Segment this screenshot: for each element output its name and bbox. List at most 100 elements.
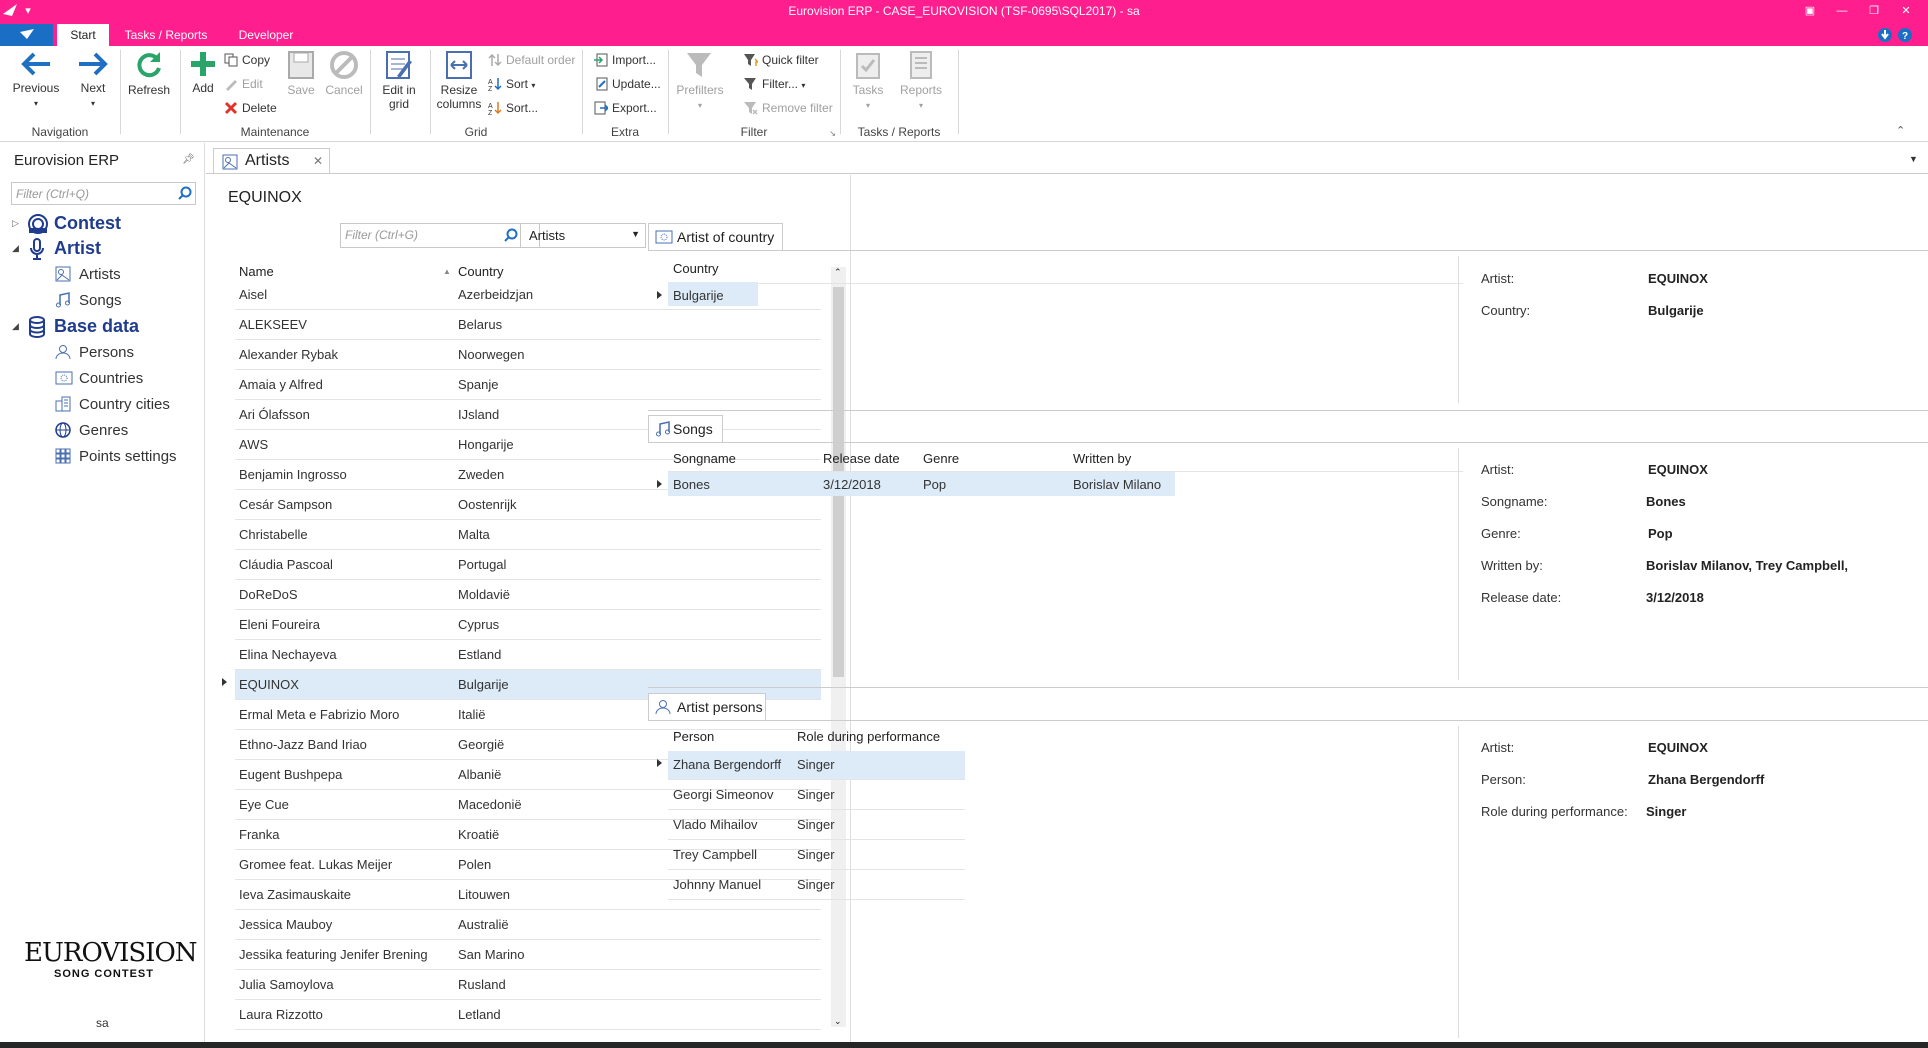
artist-country-cell[interactable]: Noorwegen — [458, 347, 525, 362]
tab-developer[interactable]: Developer — [228, 24, 304, 46]
artist-name-cell[interactable]: Alexander Rybak — [239, 347, 338, 362]
person-cell[interactable]: Zhana Bergendorff — [673, 757, 781, 772]
artist-name-cell[interactable]: Jessica Mauboy — [239, 917, 332, 932]
edit-in-grid-button[interactable]: Edit in grid — [374, 50, 424, 111]
tree-item-persons[interactable]: Persons — [79, 344, 134, 361]
role-cell[interactable]: Singer — [797, 877, 835, 892]
collapse-arrow-icon[interactable]: ◢ — [12, 243, 19, 254]
aoc-country-cell[interactable]: Bulgarije — [673, 288, 724, 303]
save-button[interactable]: Save — [284, 50, 318, 97]
tree-item-contest[interactable]: Contest — [54, 213, 121, 234]
artist-country-cell[interactable]: Zweden — [458, 467, 504, 482]
search-icon[interactable] — [504, 228, 518, 242]
scroll-down-icon[interactable]: ⌄ — [834, 1016, 842, 1027]
artist-name-cell[interactable]: Benjamin Ingrosso — [239, 467, 347, 482]
next-button[interactable]: Next ▾ — [70, 50, 116, 109]
artist-country-cell[interactable]: Belarus — [458, 317, 502, 332]
artist-name-cell[interactable]: Eugent Bushpepa — [239, 767, 342, 782]
remove-filter-button[interactable]: Remove filter — [744, 100, 833, 116]
section-tab-songs[interactable]: Songs — [648, 415, 723, 442]
artist-country-cell[interactable]: Malta — [458, 527, 490, 542]
download-icon[interactable] — [1878, 28, 1892, 42]
artist-name-cell[interactable]: Franka — [239, 827, 279, 842]
minimize-button[interactable]: — — [1834, 3, 1850, 19]
tree-item-countries[interactable]: Countries — [79, 370, 143, 387]
artist-country-cell[interactable]: Azerbeidzjan — [458, 287, 533, 302]
artist-country-cell[interactable]: Kroatië — [458, 827, 499, 842]
close-button[interactable]: ✕ — [1898, 3, 1914, 19]
previous-button[interactable]: Previous ▾ — [8, 50, 64, 109]
artist-country-cell[interactable]: Georgië — [458, 737, 504, 752]
artist-country-cell[interactable]: IJsland — [458, 407, 499, 422]
refresh-button[interactable]: Refresh — [126, 50, 172, 97]
artist-country-cell[interactable]: Oostenrijk — [458, 497, 517, 512]
artist-name-cell[interactable]: Ermal Meta e Fabrizio Moro — [239, 707, 399, 722]
quick-filter-button[interactable]: Quick filter — [744, 52, 819, 68]
artist-name-cell[interactable]: Laura Rizzotto — [239, 1007, 323, 1022]
copy-button[interactable]: Copy — [224, 52, 270, 68]
tree-item-country-cities[interactable]: Country cities — [79, 396, 170, 413]
restore-layout-icon[interactable]: ▣ — [1802, 3, 1818, 19]
tab-start[interactable]: Start — [57, 24, 109, 46]
dialog-launcher-icon[interactable]: ↘ — [829, 129, 836, 138]
artist-country-cell[interactable]: Letland — [458, 1007, 501, 1022]
artist-country-cell[interactable]: Rusland — [458, 977, 506, 992]
expand-arrow-icon[interactable]: ▷ — [12, 218, 19, 229]
person-cell[interactable]: Georgi Simeonov — [673, 787, 773, 802]
navigation-filter-input[interactable]: Filter (Ctrl+Q) — [11, 182, 196, 205]
artist-name-cell[interactable]: Elina Nechayeva — [239, 647, 337, 662]
column-header-written-by[interactable]: Written by — [1073, 451, 1131, 466]
help-icon[interactable]: ? — [1898, 28, 1912, 42]
grid-view-select[interactable]: Artists ▼ — [520, 223, 646, 248]
column-header-country[interactable]: Country — [458, 264, 504, 279]
artist-country-cell[interactable]: Italië — [458, 707, 485, 722]
artist-name-cell[interactable]: AWS — [239, 437, 268, 452]
artist-name-cell[interactable]: Jessika featuring Jenifer Brening — [239, 947, 428, 962]
artist-country-cell[interactable]: Spanje — [458, 377, 498, 392]
scroll-up-icon[interactable]: ⌃ — [834, 267, 842, 278]
column-header-role[interactable]: Role during performance — [797, 729, 940, 744]
song-written-cell[interactable]: Borislav Milano — [1073, 477, 1161, 492]
artist-country-cell[interactable]: Portugal — [458, 557, 506, 572]
artist-name-cell[interactable]: Gromee feat. Lukas Meijer — [239, 857, 392, 872]
update-button[interactable]: Update... — [594, 76, 661, 92]
artist-name-cell[interactable]: DoReDoS — [239, 587, 298, 602]
column-header-name[interactable]: Name — [239, 264, 274, 279]
export-button[interactable]: Export... — [594, 100, 657, 116]
edit-button[interactable]: Edit — [224, 76, 263, 92]
role-cell[interactable]: Singer — [797, 817, 835, 832]
splitter[interactable] — [850, 175, 851, 1045]
section-tab-artist-persons[interactable]: Artist persons — [648, 693, 766, 720]
artist-country-cell[interactable]: Macedonië — [458, 797, 522, 812]
artist-name-cell[interactable]: ALEKSEEV — [239, 317, 307, 332]
resize-columns-button[interactable]: Resize columns — [434, 50, 484, 111]
artist-name-cell[interactable]: Eye Cue — [239, 797, 289, 812]
song-name-cell[interactable]: Bones — [673, 477, 710, 492]
artist-name-cell[interactable]: Aisel — [239, 287, 267, 302]
grid-scrollbar[interactable]: ⌃ ⌄ — [831, 267, 846, 1027]
sort-dialog-button[interactable]: A Z Sort... — [488, 100, 538, 116]
song-release-cell[interactable]: 3/12/2018 — [823, 477, 881, 492]
sort-button[interactable]: A Z Sort ▾ — [488, 76, 535, 94]
artist-name-cell[interactable]: Christabelle — [239, 527, 308, 542]
role-cell[interactable]: Singer — [797, 787, 835, 802]
artist-country-cell[interactable]: Litouwen — [458, 887, 510, 902]
tree-item-genres[interactable]: Genres — [79, 422, 128, 439]
artist-name-cell[interactable]: Amaia y Alfred — [239, 377, 323, 392]
section-tab-artist-of-country[interactable]: Artist of country — [648, 223, 783, 250]
person-cell[interactable]: Johnny Manuel — [673, 877, 761, 892]
artist-name-cell[interactable]: Ieva Zasimauskaite — [239, 887, 351, 902]
tab-list-dropdown-icon[interactable]: ▼ — [1909, 154, 1918, 164]
artist-name-cell[interactable]: Eleni Foureira — [239, 617, 320, 632]
tree-item-artist[interactable]: Artist — [54, 238, 101, 259]
prefilters-button[interactable]: Prefilters ▾ — [672, 50, 728, 111]
artist-name-cell[interactable]: Ethno-Jazz Band Iriao — [239, 737, 367, 752]
application-menu-button[interactable] — [0, 24, 53, 46]
artist-name-cell[interactable]: Julia Samoylova — [239, 977, 334, 992]
tree-item-points-settings[interactable]: Points settings — [79, 448, 177, 465]
artist-country-cell[interactable]: Albanië — [458, 767, 501, 782]
artist-name-cell[interactable]: Cesár Sampson — [239, 497, 332, 512]
role-cell[interactable]: Singer — [797, 847, 835, 862]
column-header-genre[interactable]: Genre — [923, 451, 959, 466]
artist-name-cell[interactable]: EQUINOX — [239, 677, 299, 692]
